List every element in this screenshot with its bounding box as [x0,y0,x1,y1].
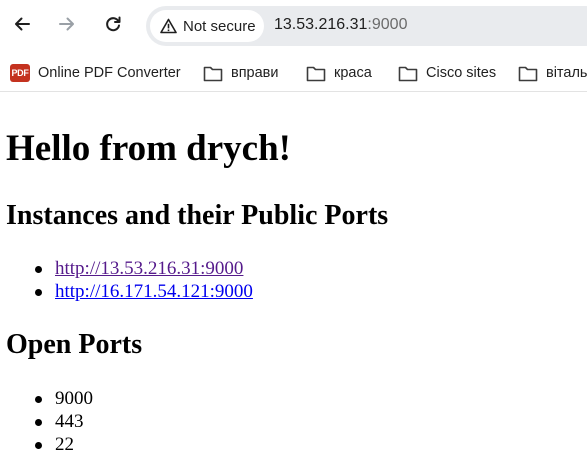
address-bar[interactable]: Not secure 13.53.216.31:9000 [146,6,587,46]
bookmark-label: вправи [231,65,279,81]
url-text[interactable]: 13.53.216.31:9000 [274,16,407,34]
url-host: 13.53.216.31 [274,16,368,33]
instance-link[interactable]: http://13.53.216.31:9000 [55,258,243,279]
reload-icon [106,16,121,32]
list-item: 22 [33,433,93,456]
reload-button[interactable] [97,8,129,40]
folder-icon [398,66,418,81]
list-item: 443 [33,410,93,433]
instances-list: http://13.53.216.31:9000 http://16.171.5… [33,257,253,303]
bookmark-folder-krasa[interactable]: краса [306,62,372,84]
bookmarks-bar: PDF Online PDF Converter вправи краса Ci… [0,52,587,92]
bookmark-label: Cisco sites [426,65,497,81]
list-item: http://16.171.54.121:9000 [33,280,253,303]
bookmark-label: віталь [546,65,587,81]
bookmark-label: Online PDF Converter [38,65,181,81]
warning-icon [160,18,177,34]
bookmark-folder-vpravy[interactable]: вправи [203,62,279,84]
arrow-right-icon [59,17,74,31]
ports-list: 9000 443 22 [33,387,93,456]
page-title: Hello from drych! [6,128,291,169]
bookmark-label: краса [334,65,372,81]
security-label: Not secure [183,17,256,35]
folder-icon [203,66,223,81]
instances-heading: Instances and their Public Ports [6,200,389,231]
open-ports-heading: Open Ports [6,329,143,360]
security-chip[interactable]: Not secure [150,10,264,42]
page-content: Hello from drych! Instances and their Pu… [0,93,587,472]
url-port: :9000 [367,16,408,33]
browser-toolbar: Not secure 13.53.216.31:9000 [0,0,587,52]
list-item: 9000 [33,387,93,410]
bookmark-folder-cisco-sites[interactable]: Cisco sites [398,62,496,84]
forward-button[interactable] [51,8,83,40]
bookmark-online-pdf-converter[interactable]: PDF Online PDF Converter [10,62,181,84]
folder-icon [306,66,326,81]
arrow-left-icon [15,17,30,31]
pdf-icon: PDF [10,64,30,82]
instance-link[interactable]: http://16.171.54.121:9000 [55,281,253,302]
list-item: http://13.53.216.31:9000 [33,257,253,280]
back-button[interactable] [6,8,38,40]
folder-icon [518,66,538,81]
bookmark-folder-vital[interactable]: віталь [518,62,587,84]
